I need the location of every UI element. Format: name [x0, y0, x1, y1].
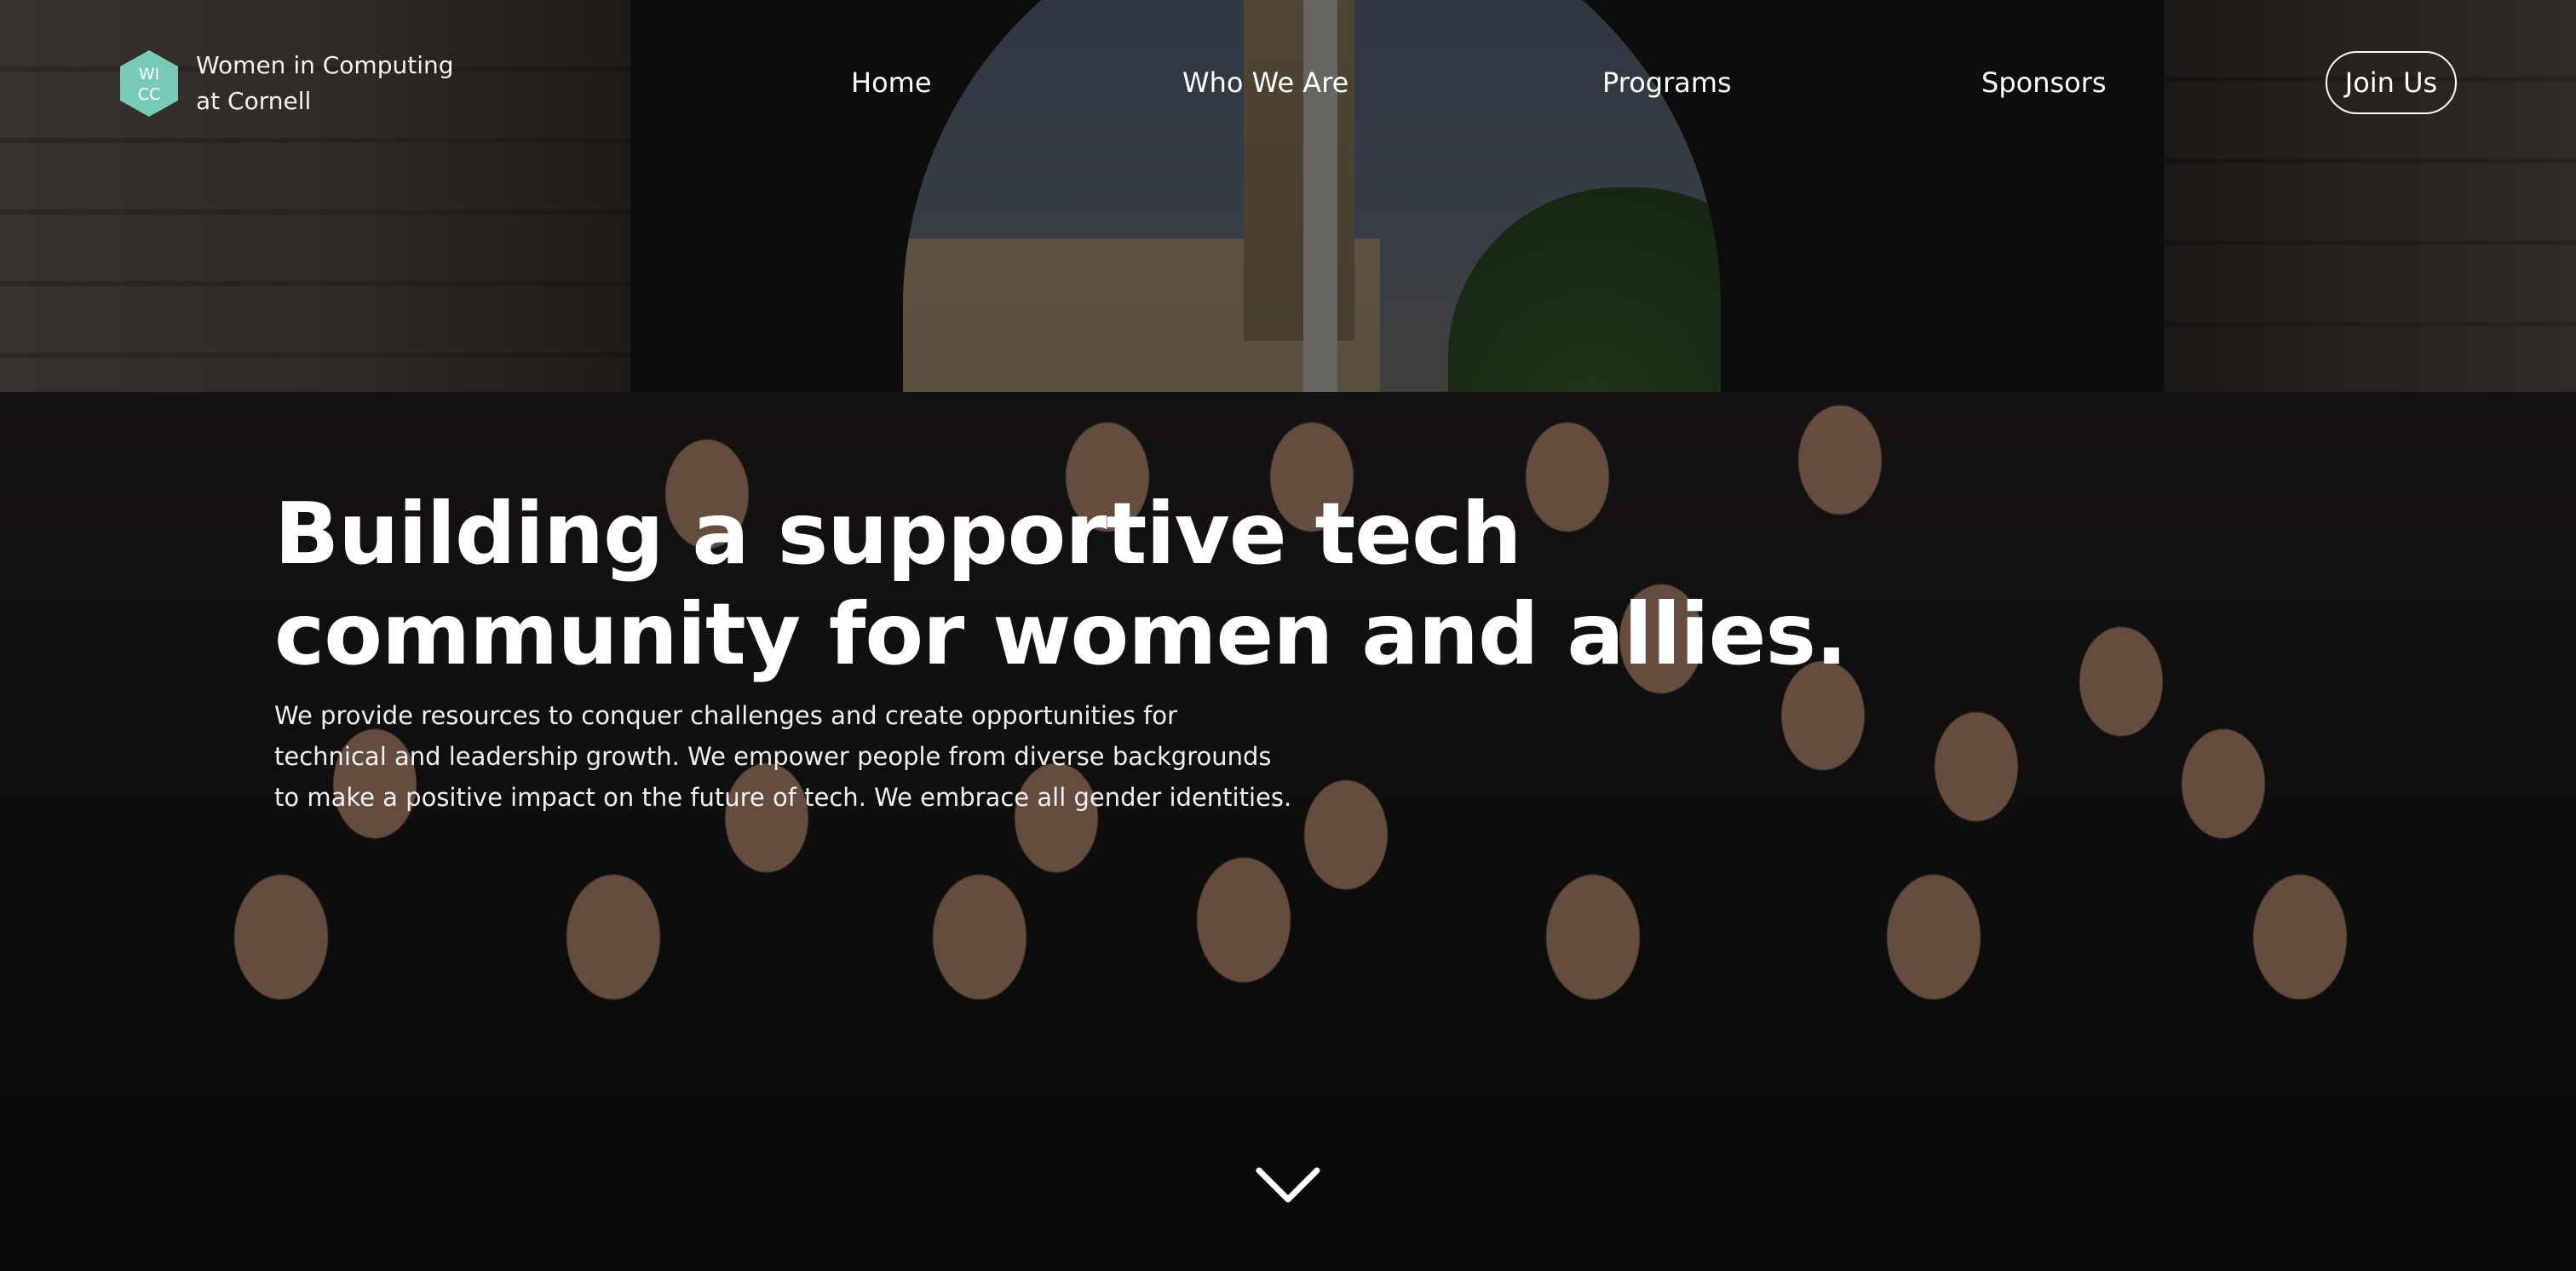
- nav-who-we-are[interactable]: Who We Are: [1182, 66, 1348, 99]
- hero-section: WI CC Women in Computing at Cornell Home…: [0, 0, 2576, 1271]
- hero-description-line3: to make a positive impact on the future …: [274, 783, 1292, 812]
- nav-sponsors[interactable]: Sponsors: [1981, 66, 2107, 99]
- hero-title: Building a supportive tech community for…: [274, 484, 1848, 685]
- hero-description: We provide resources to conquer challeng…: [274, 695, 1348, 818]
- join-us-button[interactable]: Join Us: [2326, 51, 2457, 114]
- hero-description-line1: We provide resources to conquer challeng…: [274, 701, 1178, 730]
- nav-home[interactable]: Home: [851, 66, 932, 99]
- chevron-down-icon[interactable]: [1256, 1165, 1320, 1205]
- nav-programs[interactable]: Programs: [1602, 66, 1732, 99]
- hero-description-line2: technical and leadership growth. We empo…: [274, 742, 1272, 771]
- hero-title-line1: Building a supportive tech: [274, 484, 1522, 584]
- main-navigation: Home Who We Are Programs Sponsors: [0, 66, 2576, 104]
- site-header: WI CC Women in Computing at Cornell Home…: [0, 0, 2576, 170]
- hero-title-line2: community for women and allies.: [274, 584, 1848, 684]
